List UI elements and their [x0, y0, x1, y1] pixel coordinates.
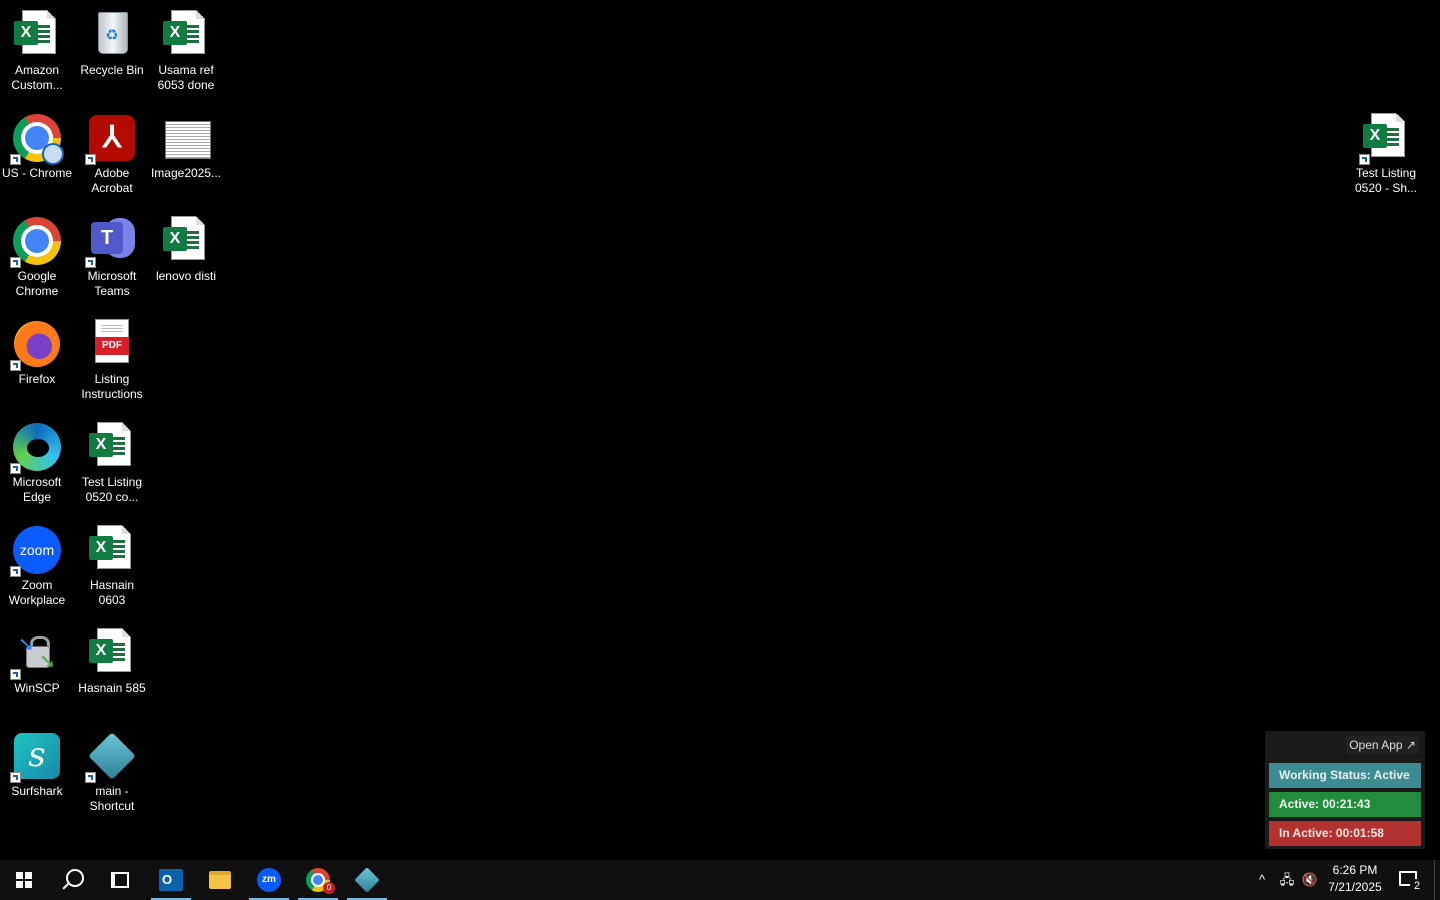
show-hidden-icons-chevron-icon[interactable]: ^: [1250, 860, 1274, 900]
search-icon: [66, 869, 84, 887]
desktop: X Amazon Custom... US - Chrome Google Ch…: [0, 0, 1440, 860]
icon-label: US - Chrome: [1, 166, 72, 180]
icon-label: Listing Instructions: [81, 372, 143, 401]
desktop-icon-microsoft-teams[interactable]: T Microsoft Teams: [75, 210, 149, 310]
icon-label: Image2025...: [150, 166, 222, 180]
notification-count: 2: [1410, 879, 1424, 893]
icon-label: Firefox: [18, 372, 56, 386]
desktop-icon-recycle-bin[interactable]: ♻ Recycle Bin: [75, 4, 149, 104]
working-status-label: Working Status: Active: [1269, 763, 1421, 788]
outlook-icon: O: [159, 869, 183, 891]
active-time-label: Active: 00:21:43: [1269, 792, 1421, 817]
desktop-icon-firefox[interactable]: Firefox: [0, 313, 74, 413]
taskbar-chrome[interactable]: 0: [294, 860, 342, 900]
icon-label: Microsoft Edge: [12, 475, 62, 504]
desktop-icon-winscp[interactable]: ➘ ➘ WinSCP: [0, 622, 74, 722]
main-app-icon: [354, 867, 380, 893]
desktop-icon-usama-ref[interactable]: X Usama ref 6053 done: [149, 4, 223, 104]
clock[interactable]: 6:26 PM 7/21/2025: [1322, 862, 1388, 898]
inactive-time-label: In Active: 00:01:58: [1269, 821, 1421, 846]
pdf-file-icon: PDF: [87, 319, 137, 369]
edge-icon: [10, 422, 62, 474]
desktop-icon-us-chrome[interactable]: US - Chrome: [0, 107, 74, 207]
icon-label: Usama ref 6053 done: [157, 63, 215, 92]
icon-label: Test Listing 0520 co...: [81, 475, 143, 504]
firefox-icon: [10, 319, 62, 371]
image-file-icon: [161, 113, 211, 163]
task-view-button[interactable]: [96, 860, 144, 900]
desktop-icon-listing-instructions[interactable]: PDF Listing Instructions: [75, 313, 149, 413]
volume-muted-icon[interactable]: 🔇: [1298, 860, 1322, 900]
icon-label: main - Shortcut: [89, 784, 135, 813]
work-status-widget: Open App ↗ Working Status: Active Active…: [1265, 731, 1425, 849]
taskbar-main-app[interactable]: [343, 860, 391, 900]
chrome-icon: [10, 216, 62, 268]
icon-label: Surfshark: [11, 784, 63, 798]
main-app-icon: [85, 731, 137, 783]
desktop-icon-lenovo-disti[interactable]: X lenovo disti: [149, 210, 223, 310]
taskbar: O zm 0 ^ 🖧 🔇 6:26 PM 7/21/2025 2: [0, 860, 1440, 900]
desktop-icon-adobe-acrobat[interactable]: ⅄ Adobe Acrobat: [75, 107, 149, 207]
desktop-icon-amazon-customers[interactable]: X Amazon Custom...: [0, 4, 74, 104]
icon-label: Zoom Workplace: [8, 578, 66, 607]
excel-file-icon: X: [87, 525, 137, 575]
taskbar-outlook[interactable]: O: [147, 860, 195, 900]
desktop-icon-google-chrome[interactable]: Google Chrome: [0, 210, 74, 310]
teams-icon: T: [85, 216, 137, 268]
excel-file-icon: X: [161, 216, 211, 266]
icon-label: Google Chrome: [15, 269, 59, 298]
icon-label: Test Listing 0520 - Sh...: [1354, 166, 1418, 195]
windows-icon: [16, 872, 32, 888]
surfshark-icon: s: [10, 731, 62, 783]
notification-center-button[interactable]: 2: [1394, 860, 1426, 900]
desktop-icon-zoom-workplace[interactable]: zoom Zoom Workplace: [0, 519, 74, 619]
chrome-profile-icon: [10, 113, 64, 165]
desktop-icon-surfshark[interactable]: s Surfshark: [0, 725, 74, 825]
icon-label: Hasnain 0603: [89, 578, 135, 607]
excel-file-icon: X: [87, 422, 137, 472]
desktop-icon-microsoft-edge[interactable]: Microsoft Edge: [0, 416, 74, 516]
network-icon[interactable]: 🖧: [1275, 860, 1299, 900]
winscp-icon: ➘ ➘: [10, 628, 62, 680]
icon-label: Hasnain 585: [78, 681, 146, 695]
desktop-icon-test-listing-co[interactable]: X Test Listing 0520 co...: [75, 416, 149, 516]
icon-label: lenovo disti: [155, 269, 217, 283]
icon-label: Recycle Bin: [80, 63, 144, 77]
excel-file-icon: X: [12, 10, 62, 60]
taskbar-file-explorer[interactable]: [196, 860, 244, 900]
acrobat-icon: ⅄: [85, 113, 137, 165]
excel-file-icon: X: [1359, 113, 1411, 165]
desktop-icon-hasnain-585[interactable]: X Hasnain 585: [75, 622, 149, 722]
clock-time: 6:26 PM: [1332, 863, 1378, 877]
desktop-icon-hasnain-0603[interactable]: X Hasnain 0603: [75, 519, 149, 619]
icon-label: Microsoft Teams: [87, 269, 137, 298]
icon-label: Adobe Acrobat: [91, 166, 133, 195]
desktop-icon-image2025[interactable]: Image2025...: [149, 107, 223, 207]
clock-date: 7/21/2025: [1328, 880, 1382, 894]
folder-icon: [209, 871, 231, 889]
taskbar-zoom[interactable]: zm: [245, 860, 293, 900]
search-button[interactable]: [48, 860, 96, 900]
icon-label: Amazon Custom...: [11, 63, 63, 92]
excel-file-icon: X: [161, 10, 211, 60]
desktop-icon-main-shortcut[interactable]: main - Shortcut: [75, 725, 149, 825]
open-app-button[interactable]: Open App ↗: [1346, 736, 1419, 754]
excel-file-icon: X: [87, 628, 137, 678]
zoom-icon: zoom: [10, 525, 62, 577]
show-desktop-button[interactable]: [1434, 860, 1440, 900]
start-button[interactable]: [0, 860, 48, 900]
recycle-bin-icon: ♻: [87, 10, 137, 60]
task-view-icon: [111, 872, 129, 888]
icon-label: WinSCP: [14, 681, 60, 695]
desktop-icon-test-listing-sh[interactable]: X Test Listing 0520 - Sh...: [1349, 107, 1423, 207]
chrome-badge: 0: [323, 882, 335, 894]
zoom-icon: zm: [257, 868, 281, 892]
